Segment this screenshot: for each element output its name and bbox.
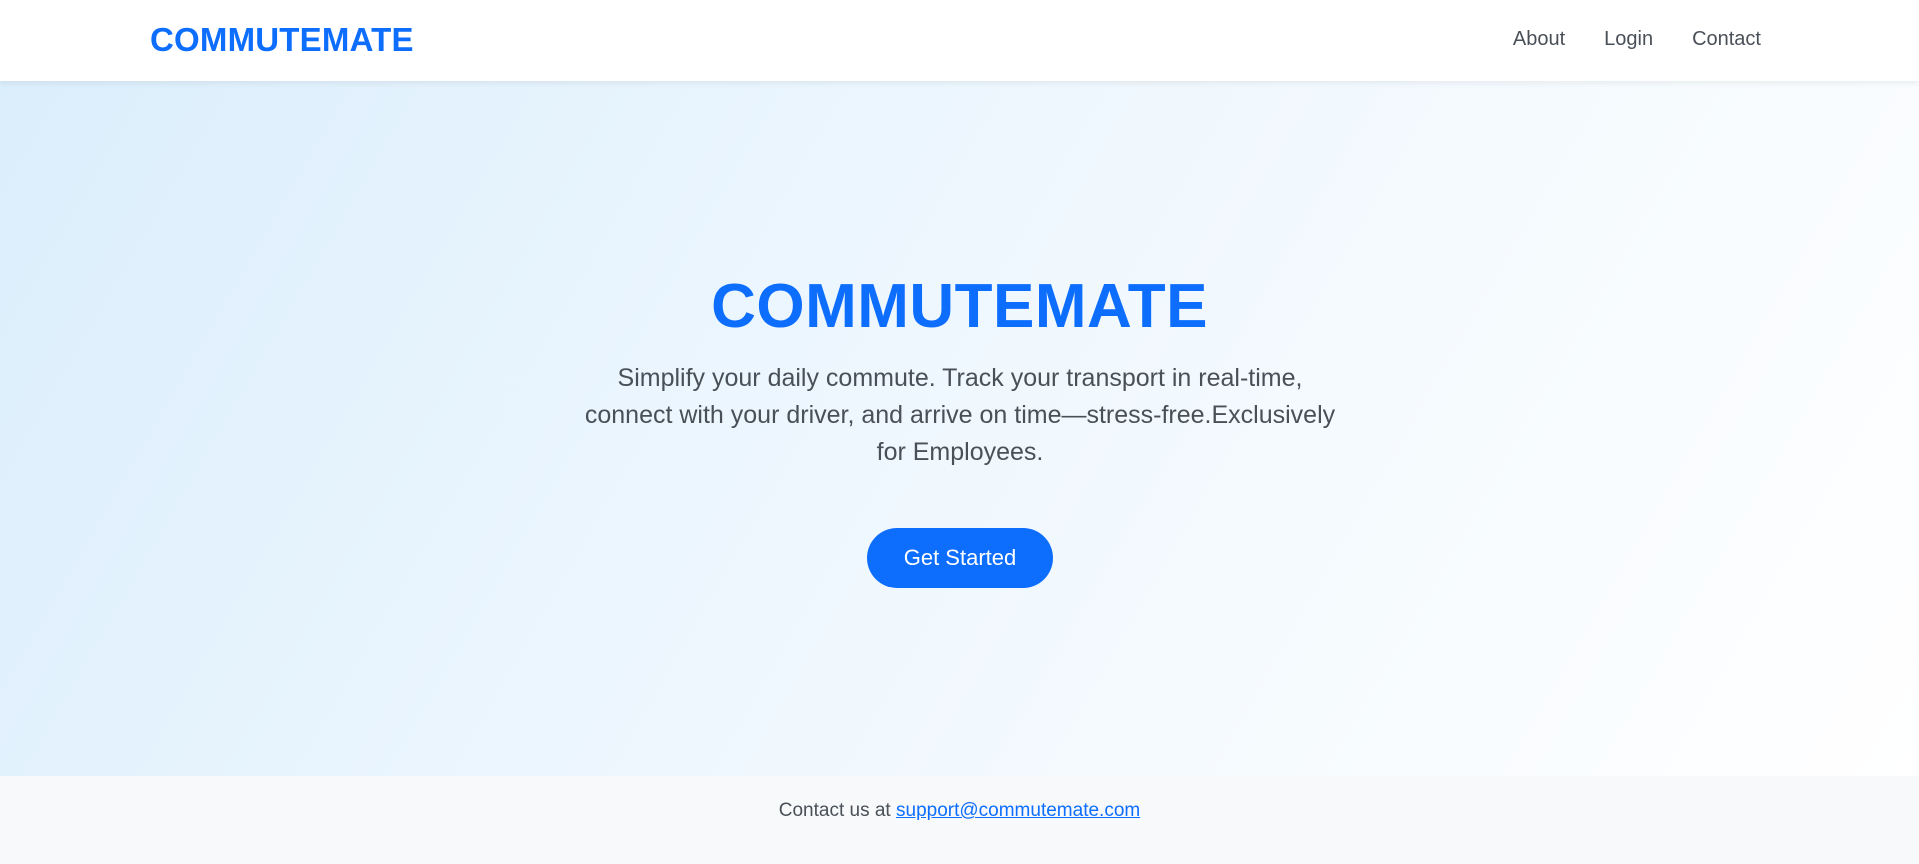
page-footer: Contact us at support@commutemate.com [0, 776, 1919, 864]
hero-section: COMMUTEMATE Simplify your daily commute.… [0, 81, 1919, 776]
get-started-button[interactable]: Get Started [867, 528, 1053, 588]
nav-link-contact[interactable]: Contact [1692, 28, 1761, 51]
footer-contact-prefix: Contact us at [778, 800, 896, 821]
nav-links: About Login Contact [1513, 28, 1761, 51]
top-navbar: COMMUTEMATE About Login Contact [0, 0, 1919, 81]
nav-link-about[interactable]: About [1513, 28, 1565, 51]
hero-title: COMMUTEMATE [711, 272, 1208, 341]
nav-link-login[interactable]: Login [1604, 28, 1653, 51]
support-email-link[interactable]: support@commutemate.com [896, 800, 1140, 821]
hero-description: Simplify your daily commute. Track your … [584, 364, 1336, 466]
brand-logo-link[interactable]: COMMUTEMATE [150, 21, 414, 59]
